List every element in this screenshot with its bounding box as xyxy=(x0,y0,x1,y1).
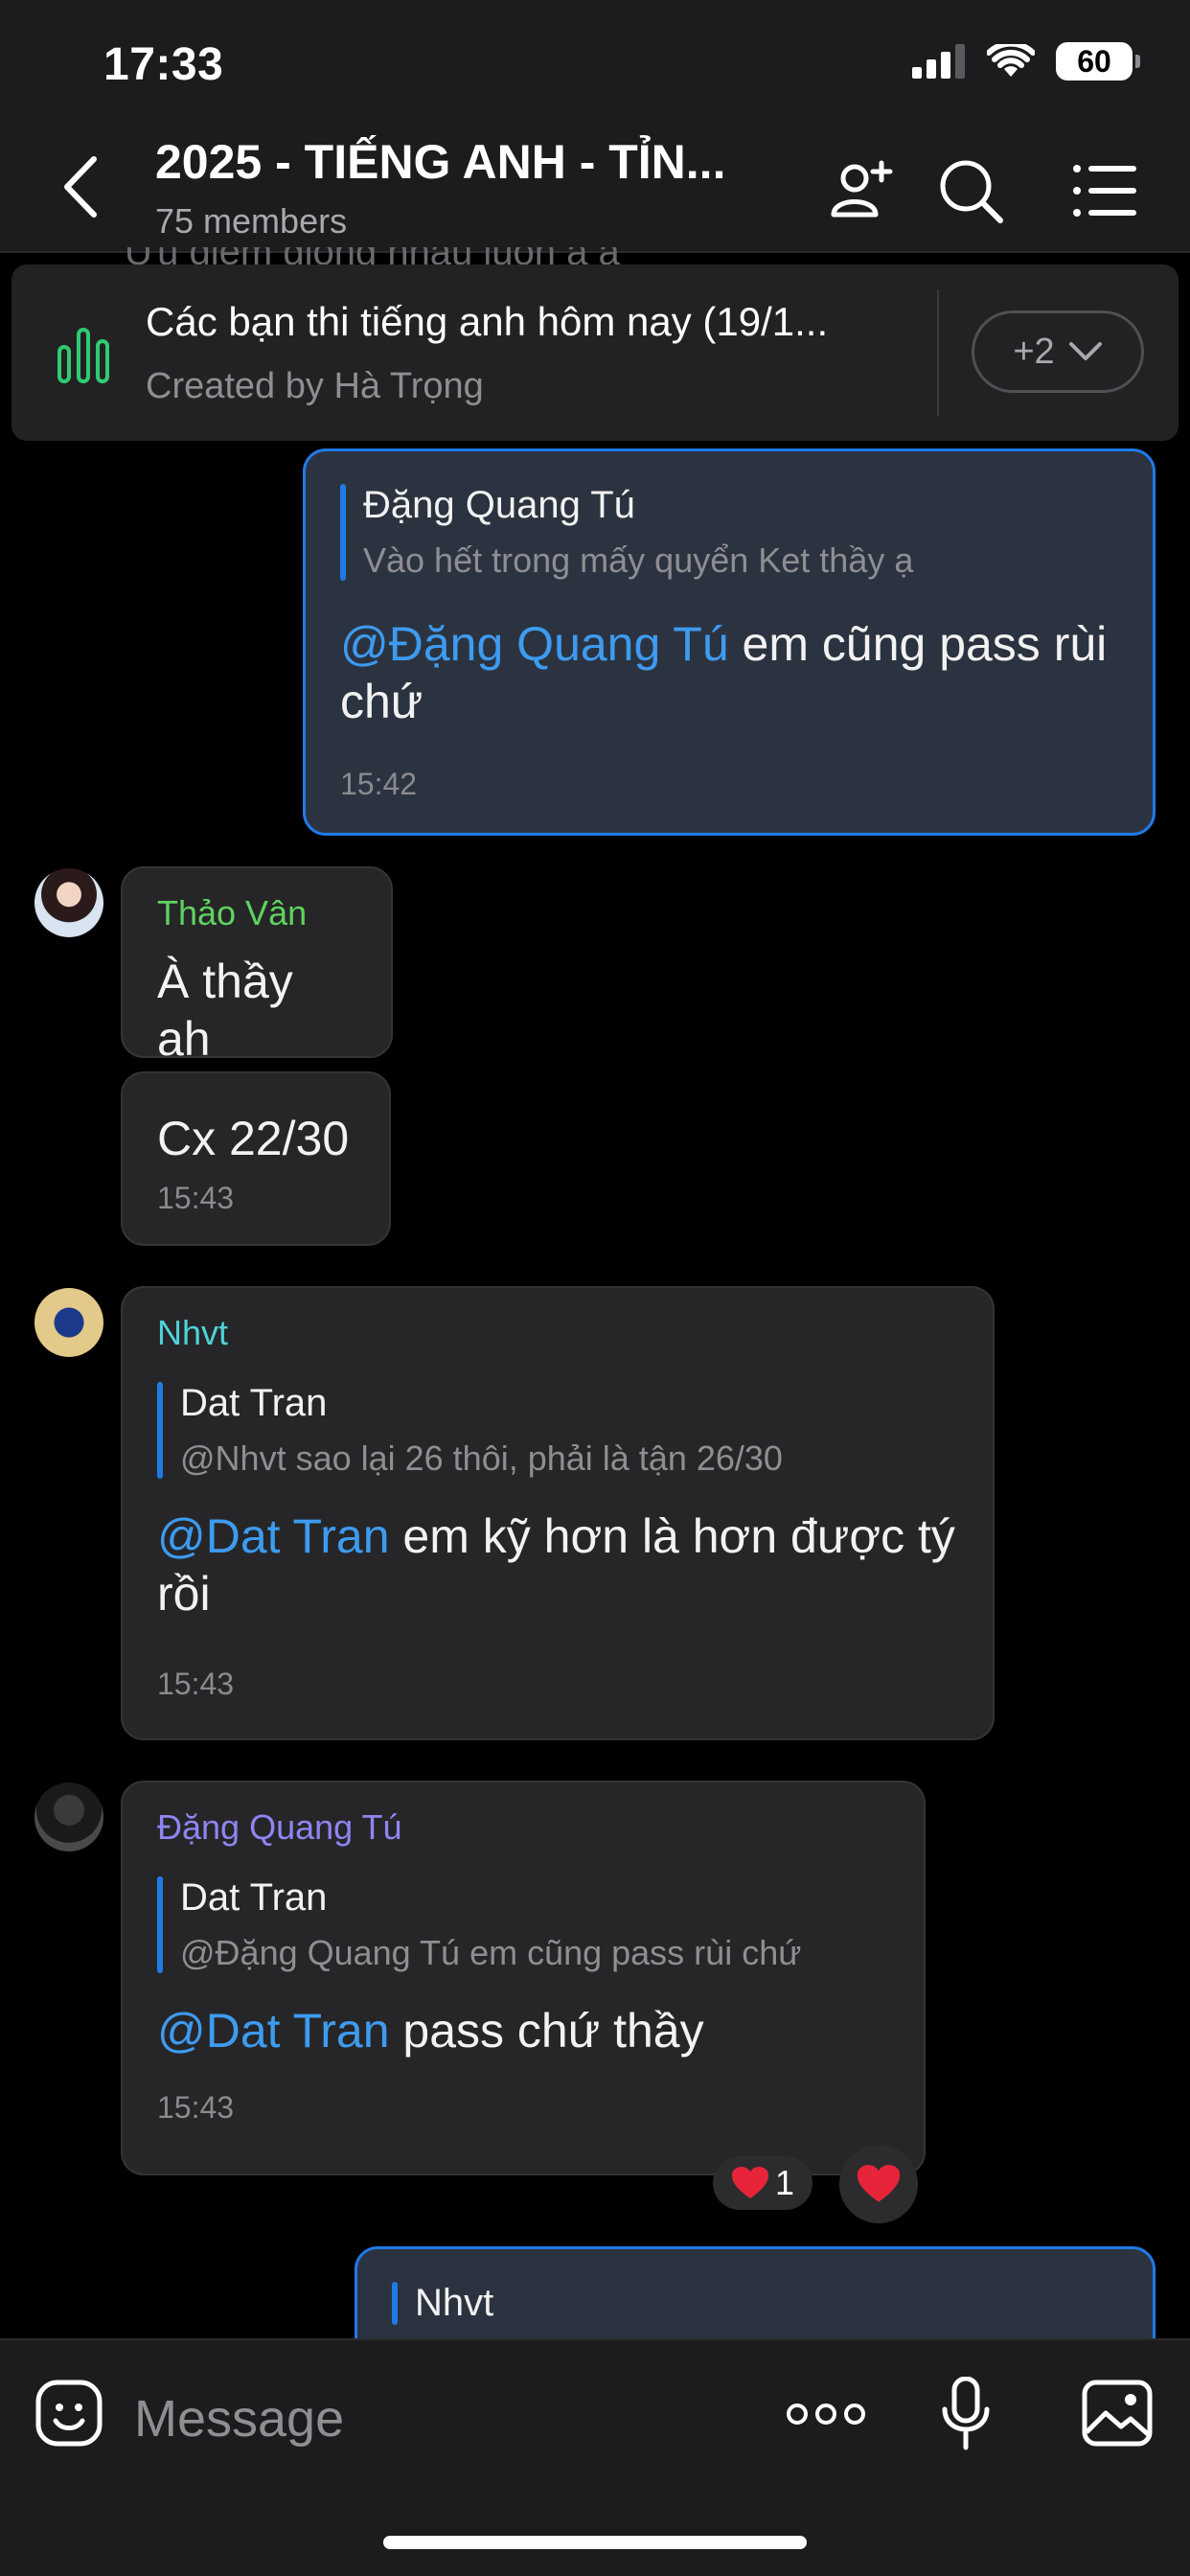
message-text: @Dat Tran em kỹ hơn là hơn được tý rồi xyxy=(157,1507,958,1622)
reply-quote[interactable]: Dat Tran @Nhvt sao lại 26 thôi, phải là … xyxy=(157,1382,958,1479)
chevron-left-icon[interactable] xyxy=(56,153,103,220)
own-message-bubble[interactable]: Đặng Quang Tú Vào hết trong mấy quyển Ke… xyxy=(303,448,1156,836)
quote-text: Vào hết trong mấy quyển Ket thầy ạ xyxy=(363,540,914,580)
avatar-dang-quang-tu[interactable] xyxy=(34,1782,103,1852)
message-time: 15:43 xyxy=(157,2090,235,2125)
status-icons: 60 xyxy=(912,42,1140,80)
mention-link[interactable]: @Dat Tran xyxy=(157,1509,390,1563)
reply-quote[interactable]: Đặng Quang Tú Vào hết trong mấy quyển Ke… xyxy=(340,484,1118,581)
message-time: 15:43 xyxy=(157,1181,235,1215)
message-input[interactable] xyxy=(134,2380,747,2457)
message-text: À thầy ah xyxy=(157,954,293,1066)
reply-quote[interactable]: Dat Tran @Đặng Quang Tú em cũng pass rùi… xyxy=(157,1876,889,1973)
chat-title[interactable]: 2025 - TIẾNG ANH - TỈN... xyxy=(155,134,778,190)
chevron-down-icon xyxy=(1068,342,1102,360)
quote-text: @Đặng Quang Tú em cũng pass rùi chứ xyxy=(180,1933,802,1972)
pinned-creator: Created by Hà Trọng xyxy=(146,366,484,406)
quote-text: @Nhvt sao lại 26 thôi, phải là tận 26/30 xyxy=(180,1438,783,1478)
sticker-icon[interactable] xyxy=(34,2379,103,2448)
poll-icon xyxy=(57,328,109,383)
pinned-more-button[interactable]: +2 xyxy=(972,310,1144,393)
mention-link[interactable]: @Đặng Quang Tú xyxy=(340,617,729,671)
message-bubble[interactable]: Cx 22/30 15:43 xyxy=(121,1071,391,1246)
more-dots-icon[interactable] xyxy=(786,2400,866,2428)
top-bar: 17:33 60 2025 - TIẾNG ANH - TỈN... 75 me… xyxy=(0,0,1190,253)
heart-icon xyxy=(731,2167,768,2198)
sender-name[interactable]: Nhvt xyxy=(157,1313,958,1353)
reaction-count-pill[interactable]: 1 xyxy=(713,2156,812,2210)
wifi-icon xyxy=(987,44,1035,77)
image-icon[interactable] xyxy=(1081,2379,1154,2448)
message-text: Cx 22/30 xyxy=(157,1112,350,1165)
message-body: pass chứ thầy xyxy=(389,2004,704,2058)
mention-link[interactable]: @Dat Tran xyxy=(157,2004,390,2058)
avatar-nhvt[interactable] xyxy=(34,1288,103,1357)
member-count[interactable]: 75 members xyxy=(155,201,347,242)
pinned-title: Các bạn thi tiếng anh hôm nay (19/1... xyxy=(146,299,829,344)
message-bubble[interactable]: Thảo Vân À thầy ah xyxy=(121,866,393,1066)
pinned-divider xyxy=(937,289,939,416)
status-time: 17:33 xyxy=(103,39,224,90)
microphone-icon[interactable] xyxy=(941,2377,991,2451)
message-time: 15:43 xyxy=(157,1667,235,1701)
message-text: @Đặng Quang Tú em cũng pass rùi chứ xyxy=(340,615,1118,730)
avatar-thao-van[interactable] xyxy=(34,868,103,937)
message-bubble[interactable]: Đặng Quang Tú Dat Tran @Đặng Quang Tú em… xyxy=(121,1781,926,2175)
quote-sender: Nhvt xyxy=(415,2282,494,2324)
quote-sender: Dat Tran xyxy=(180,1876,328,1919)
add-reaction-button[interactable] xyxy=(839,2145,918,2223)
reply-quote[interactable]: Nhvt xyxy=(392,2282,1118,2325)
quote-sender: Dat Tran xyxy=(180,1382,328,1424)
signal-icon xyxy=(912,44,965,79)
reaction-count: 1 xyxy=(774,2163,795,2202)
battery-indicator: 60 xyxy=(1056,42,1140,80)
sender-name[interactable]: Thảo Vân xyxy=(157,893,356,933)
message-time: 15:42 xyxy=(340,767,418,801)
add-member-icon[interactable] xyxy=(826,155,897,226)
quote-sender: Đặng Quang Tú xyxy=(363,484,635,526)
heart-icon xyxy=(857,2165,901,2202)
list-menu-icon[interactable] xyxy=(1069,155,1140,226)
message-text: @Dat Tran pass chứ thầy xyxy=(157,2002,889,2059)
home-indicator[interactable] xyxy=(383,2536,807,2549)
sender-name[interactable]: Đặng Quang Tú xyxy=(157,1807,889,1848)
message-bubble[interactable]: Nhvt Dat Tran @Nhvt sao lại 26 thôi, phả… xyxy=(121,1286,995,1740)
pinned-poll-bar[interactable]: Các bạn thi tiếng anh hôm nay (19/1... C… xyxy=(11,264,1179,441)
search-icon[interactable] xyxy=(935,155,1006,226)
pinned-more-label: +2 xyxy=(1013,331,1055,372)
